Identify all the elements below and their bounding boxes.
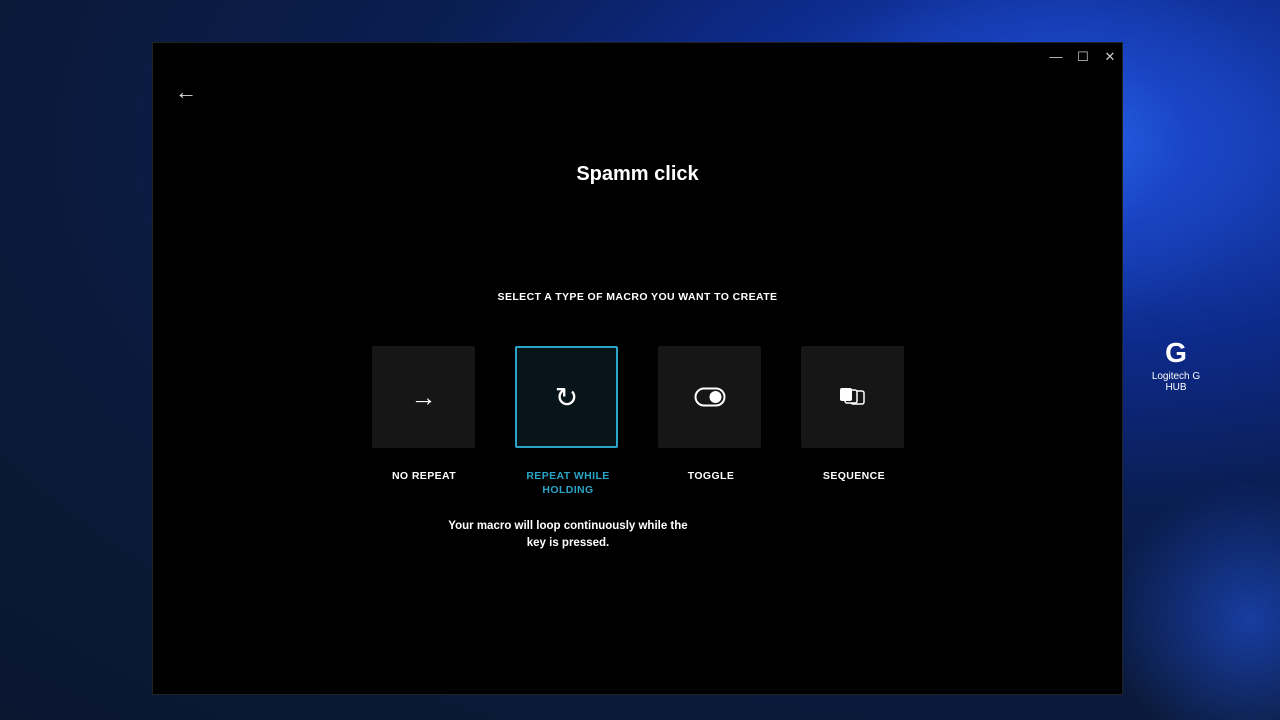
minimize-button[interactable]: — — [1046, 49, 1066, 64]
option-label: SEQUENCE — [822, 470, 886, 482]
loop-icon: ↻ — [554, 381, 579, 413]
toggle-icon — [694, 387, 725, 407]
app-window: — ☐ ✕ ← Spamm click SELECT A TYPE OF MAC… — [152, 42, 1123, 695]
option-toggle[interactable] — [658, 346, 761, 448]
option-repeat-while-holding[interactable]: ↻ — [515, 346, 618, 448]
desktop-icon-logitech-g-hub[interactable]: G Logitech G HUB — [1145, 337, 1207, 394]
sequence-icon — [839, 388, 865, 405]
option-sequence[interactable] — [801, 346, 904, 448]
close-button[interactable]: ✕ — [1100, 49, 1120, 65]
option-label: TOGGLE — [687, 470, 735, 482]
option-no-repeat[interactable]: → — [372, 346, 475, 448]
option-label: NO REPEAT — [391, 470, 457, 482]
desktop-icon-label: Logitech G HUB — [1151, 371, 1201, 393]
page-title: Spamm click — [576, 163, 699, 185]
back-arrow-icon[interactable]: ← — [175, 79, 197, 105]
section-heading: SELECT A TYPE OF MACRO YOU WANT TO CREAT… — [497, 291, 778, 303]
arrow-right-icon: → — [410, 381, 437, 412]
option-label-selected: REPEAT WHILE HOLDING — [526, 470, 610, 496]
maximize-button[interactable]: ☐ — [1073, 49, 1093, 65]
option-description: Your macro will loop continuously while … — [448, 520, 688, 549]
logitech-g-icon: G — [1165, 337, 1187, 368]
